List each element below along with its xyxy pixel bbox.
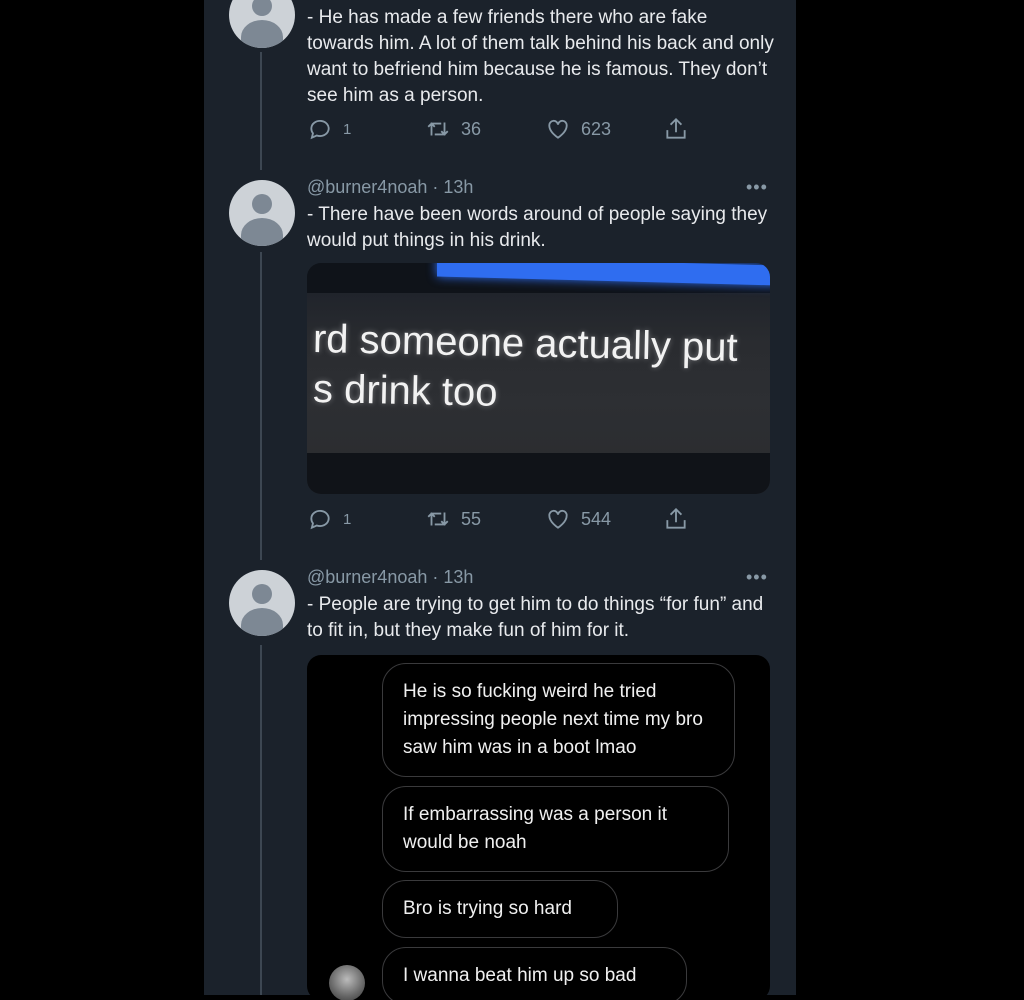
reply-icon	[310, 510, 330, 530]
tweet-photo[interactable]: rd someone actually put s drink too	[307, 263, 770, 494]
reply-count: 1	[343, 120, 352, 138]
like-count: 623	[581, 118, 612, 139]
chat-bubble: I wanna beat him up so bad	[382, 947, 687, 1000]
reply-button[interactable]: 1	[307, 116, 351, 142]
share-button[interactable]	[663, 116, 689, 142]
photo-bottom-band	[307, 453, 770, 494]
reply-button[interactable]: 1	[307, 506, 351, 532]
share-icon	[666, 507, 686, 529]
reply-icon	[310, 120, 330, 140]
like-count: 544	[581, 508, 612, 529]
thread-line	[260, 645, 262, 995]
chat-bubble: Bro is trying so hard	[382, 880, 618, 938]
reply-count: 1	[343, 510, 352, 528]
thread-line	[260, 52, 262, 170]
tweet-handle[interactable]: @burner4noah · 13h	[307, 177, 473, 198]
more-options-icon[interactable]: •••	[746, 567, 768, 588]
retweet-icon	[427, 122, 449, 136]
heart-icon	[548, 509, 568, 529]
tweet-photo-chat-screenshot[interactable]: He is so fucking weird he tried impressi…	[307, 655, 770, 1000]
heart-icon	[548, 119, 568, 139]
retweet-count: 36	[461, 118, 482, 139]
share-icon	[666, 117, 686, 139]
share-button[interactable]	[663, 506, 689, 532]
like-button[interactable]: 544	[545, 506, 611, 532]
tweet-text: - There have been words around of people…	[307, 204, 768, 251]
retweet-icon	[427, 512, 449, 526]
tweet-actions: 1 55 544	[307, 506, 707, 534]
tweet-text: - People are trying to get him to do thi…	[307, 594, 764, 641]
like-button[interactable]: 623	[545, 116, 611, 142]
thread-line	[260, 252, 262, 560]
more-options-icon[interactable]: •••	[746, 177, 768, 198]
default-avatar-icon[interactable]	[229, 180, 295, 246]
tweet-text: - He has made a few friends there who ar…	[307, 7, 774, 106]
default-avatar-icon[interactable]	[229, 570, 295, 636]
retweet-count: 55	[461, 508, 482, 529]
tweet-handle[interactable]: @burner4noah · 13h	[307, 567, 473, 588]
tweet-actions: 1 36 623	[307, 116, 707, 144]
retweet-button[interactable]: 55	[425, 506, 481, 532]
chat-bubble: He is so fucking weird he tried impressi…	[382, 663, 735, 777]
chat-bubble: If embarrassing was a person it would be…	[382, 786, 729, 872]
retweet-button[interactable]: 36	[425, 116, 481, 142]
photo-text-line: s drink too	[312, 367, 498, 415]
photo-text-line: rd someone actually put	[312, 317, 739, 370]
